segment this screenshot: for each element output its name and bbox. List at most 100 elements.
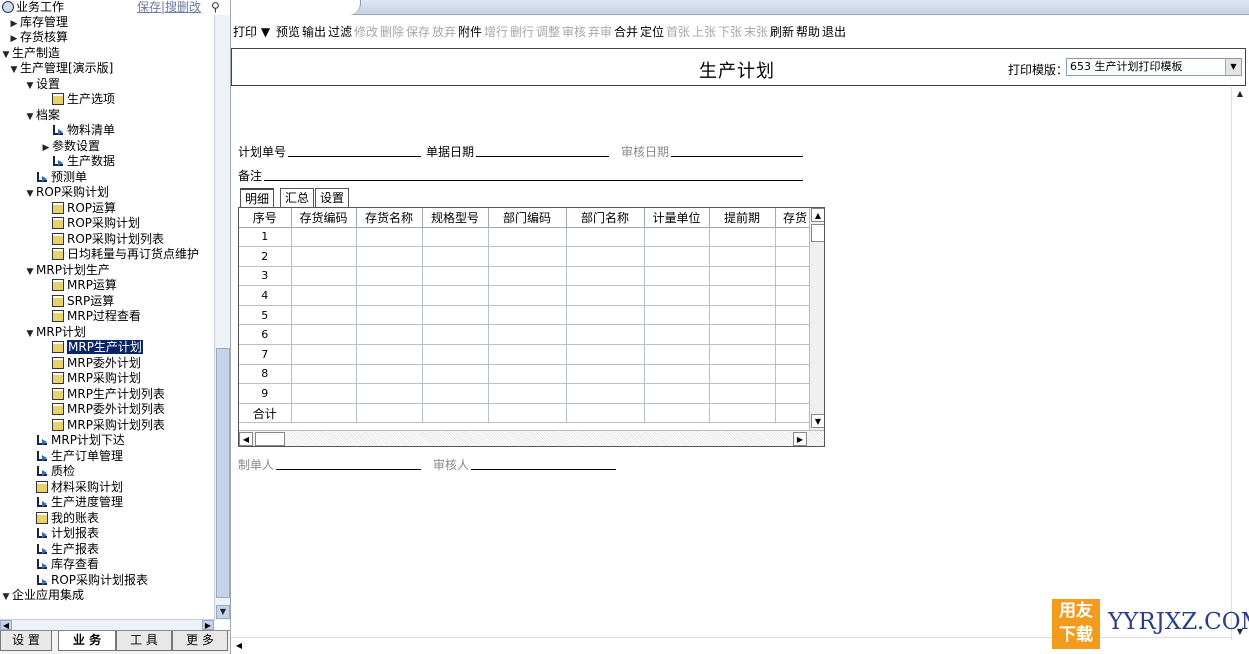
plan-number-field[interactable]: 计划单号 (238, 143, 422, 160)
scroll-thumb[interactable] (811, 224, 824, 242)
grid-cell[interactable] (356, 344, 423, 365)
tab-settings[interactable]: 设 置 (0, 631, 52, 651)
tree-item[interactable]: 生产数据 (40, 154, 115, 170)
nav-vertical-scrollbar[interactable]: ▼ (214, 15, 230, 620)
tree-item[interactable]: MRP委外计划列表 (40, 402, 165, 418)
tree-item[interactable]: 生产选项 (40, 92, 115, 108)
tree-item[interactable]: MRP生产计划 (40, 339, 144, 356)
row-number[interactable]: 5 (239, 305, 292, 326)
table-row[interactable]: 9 (239, 383, 816, 404)
nav-horizontal-scrollbar[interactable]: ◀ ▶ (0, 619, 214, 630)
table-row[interactable]: 6 (239, 324, 816, 346)
tree-item[interactable]: ▼ ROP采购计划 (24, 185, 110, 201)
grid-cell[interactable] (488, 266, 567, 287)
grid-cell[interactable] (709, 227, 776, 248)
tree-item[interactable]: MRP生产计划列表 (40, 387, 165, 403)
toolbar-button[interactable]: 打印 ▼ (233, 22, 270, 42)
grid-cell[interactable] (644, 285, 710, 306)
toolbar-button[interactable]: 合并 (614, 22, 638, 42)
tree-item[interactable]: ROP采购计划报表 (24, 573, 148, 589)
grid-cell[interactable] (488, 246, 567, 267)
grid-cell[interactable] (488, 324, 567, 346)
scroll-right-icon[interactable]: ▶ (793, 432, 807, 446)
grid-cell[interactable] (709, 383, 776, 404)
grid-cell[interactable] (291, 246, 357, 267)
nav-title[interactable]: 业务工作 (2, 0, 64, 15)
remark-field[interactable]: 备注 (238, 167, 804, 184)
grid-cell[interactable] (422, 344, 489, 365)
table-row[interactable]: 8 (239, 364, 816, 385)
column-header[interactable]: 规格型号 (422, 208, 489, 228)
tree-item[interactable]: ▶ 参数设置 (40, 139, 100, 155)
remark-input[interactable] (264, 169, 804, 181)
grid-cell[interactable] (422, 305, 489, 326)
grid-cell[interactable] (644, 364, 710, 385)
tree-item[interactable]: ▼ 档案 (24, 108, 60, 124)
scroll-down-icon[interactable]: ▼ (216, 605, 230, 619)
tab-detail[interactable]: 明细 (240, 188, 275, 207)
row-number[interactable]: 4 (239, 285, 292, 306)
grid-cell[interactable] (566, 285, 645, 306)
tree-item[interactable]: MRP运算 (40, 278, 117, 294)
table-row[interactable]: 4 (239, 285, 816, 306)
grid-cell[interactable] (422, 246, 489, 267)
toolbar-button[interactable]: 刷新 (770, 22, 794, 42)
grid-cell[interactable] (356, 324, 423, 346)
tree-item[interactable]: ROP运算 (40, 201, 116, 217)
scroll-left-icon[interactable]: ◀ (239, 432, 253, 446)
grid-cell[interactable] (566, 364, 645, 385)
grid-cell[interactable] (356, 246, 423, 267)
grid-cell[interactable] (488, 285, 567, 306)
column-header[interactable]: 提前期 (709, 208, 776, 228)
column-header[interactable]: 存货编码 (291, 208, 357, 228)
tree-item[interactable]: 物料清单 (40, 123, 115, 139)
scroll-up-icon[interactable]: ▲ (811, 208, 824, 222)
document-date-field[interactable]: 单据日期 (426, 143, 610, 160)
column-header[interactable]: 存货名称 (356, 208, 423, 228)
grid-cell[interactable] (356, 383, 423, 404)
grid-cell[interactable] (644, 324, 710, 346)
tree-item[interactable]: ROP采购计划 (40, 216, 140, 232)
grid-cell[interactable] (709, 344, 776, 365)
grid-cell[interactable] (644, 227, 710, 248)
grid-cell[interactable] (291, 324, 357, 346)
expanded-icon[interactable]: ▼ (24, 265, 36, 280)
tree-item[interactable]: ▶ 存货核算 (8, 30, 68, 46)
tree-item[interactable]: ▼ 生产管理[演示版] (8, 61, 114, 77)
tree-item[interactable]: ▼ 设置 (24, 77, 60, 93)
scroll-left-icon[interactable]: ◀ (0, 620, 12, 630)
tab-grid-settings[interactable]: 设置 (315, 188, 350, 207)
toolbar-button[interactable]: 退出 (822, 22, 846, 42)
table-row[interactable]: 5 (239, 305, 816, 326)
pin-icon[interactable]: ⚲ (211, 0, 220, 15)
toolbar-button[interactable]: 过滤 (328, 22, 352, 42)
grid-cell[interactable] (644, 344, 710, 365)
grid-cell[interactable] (422, 324, 489, 346)
grid-cell[interactable] (422, 227, 489, 248)
grid-cell[interactable] (709, 285, 776, 306)
tab-business[interactable]: 业 务 (58, 631, 116, 651)
row-number[interactable]: 7 (239, 344, 292, 365)
expanded-icon[interactable]: ▼ (24, 327, 36, 342)
toolbar-button[interactable]: 帮助 (796, 22, 820, 42)
tree-item[interactable]: 库存查看 (24, 557, 99, 573)
grid-cell[interactable] (291, 285, 357, 306)
tree-item[interactable]: 材料采购计划 (24, 480, 123, 496)
column-header[interactable]: 序号 (239, 208, 292, 228)
tree-item[interactable]: ▼ 企业应用集成 (0, 588, 84, 604)
grid-cell[interactable] (709, 324, 776, 346)
table-row[interactable]: 1 (239, 227, 816, 248)
grid-cell[interactable] (709, 246, 776, 267)
grid-cell[interactable] (644, 383, 710, 404)
scroll-up-icon[interactable]: ▲ (1233, 87, 1247, 101)
row-number[interactable]: 1 (239, 227, 292, 248)
document-tab[interactable] (231, 0, 361, 15)
grid-cell[interactable] (644, 266, 710, 287)
grid-cell[interactable] (422, 266, 489, 287)
tree-item[interactable]: 预测单 (24, 170, 87, 186)
column-header[interactable]: 部门名称 (566, 208, 645, 228)
grid-cell[interactable] (566, 383, 645, 404)
plan-number-input[interactable] (288, 145, 422, 157)
scroll-down-icon[interactable]: ▼ (811, 414, 824, 428)
toolbar-button[interactable]: 输出 (302, 22, 326, 42)
